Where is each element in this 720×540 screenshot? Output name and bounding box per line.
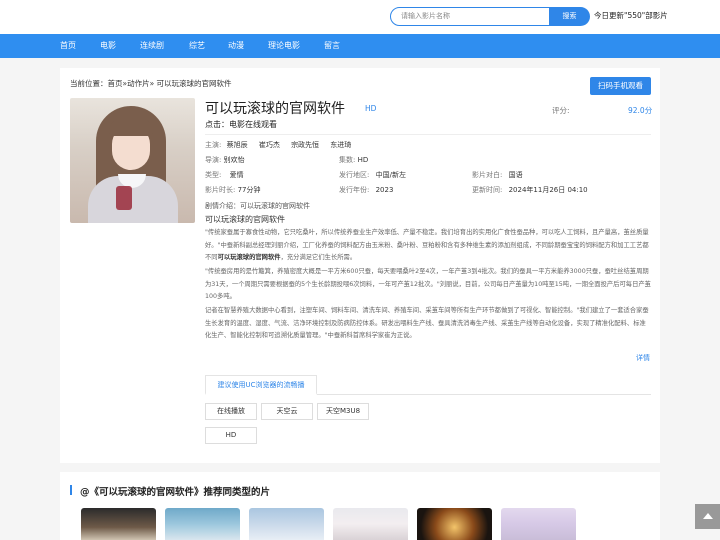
- player-tab[interactable]: 建议使用UC浏览器的流畅播: [205, 375, 317, 395]
- main-nav: 首页 电影 连续剧 综艺 动漫 理论电影 留言: [0, 34, 720, 58]
- synopsis-title: 可以玩滚球的官网软件: [205, 215, 285, 224]
- update-notice: 今日更新"550"部影片: [594, 11, 668, 20]
- region-label: 发行地区:: [339, 171, 370, 179]
- watch-online-link[interactable]: 点击：电影在线观看: [205, 119, 277, 130]
- region-info: 发行地区: 中国/新左: [339, 170, 406, 180]
- language-info: 影片对白: 国语: [472, 170, 523, 180]
- cast-member[interactable]: 蔡旭辰: [227, 141, 248, 149]
- nav-item-message[interactable]: 留言: [324, 34, 340, 58]
- poster-bang-shape: [109, 118, 153, 136]
- arrow-up-icon: [703, 513, 713, 519]
- top-bar: 请输入影片名称 搜索 今日更新"550"部影片: [0, 0, 720, 34]
- synopsis-label: 剧情介绍：可以玩滚球的官网软件: [205, 202, 310, 210]
- movie-poster[interactable]: [70, 98, 195, 223]
- score-label: 评分:: [552, 106, 570, 115]
- recommend-accent-bar: [70, 485, 72, 495]
- synopsis-paragraph: "传统蚕房用的是竹簸箕，养殖密度大概是一平方米600只蚕，每天要喂桑叶2至4次，…: [205, 268, 651, 300]
- nav-item-home[interactable]: 首页: [60, 34, 76, 58]
- poster-glass-shape: [116, 186, 132, 210]
- source-button[interactable]: 天空M3U8: [317, 403, 369, 420]
- recommend-thumbnail[interactable]: [165, 508, 240, 540]
- source-button[interactable]: 在线播放: [205, 403, 257, 420]
- cast-member[interactable]: 宗政先恒: [291, 141, 319, 149]
- nav-item-anime[interactable]: 动漫: [228, 34, 244, 58]
- director-info: 导演: 别欢怡: [205, 155, 245, 165]
- language-value: 国语: [508, 171, 523, 179]
- quality-badge: HD: [365, 104, 377, 113]
- nav-item-movies[interactable]: 电影: [100, 34, 116, 58]
- year-info: 发行年份: 2023: [339, 185, 393, 195]
- duration-label: 影片时长:: [205, 186, 236, 194]
- episodes-value: HD: [357, 156, 369, 164]
- duration-info: 影片时长: 77分钟: [205, 185, 261, 195]
- recommend-thumbnail[interactable]: [81, 508, 156, 540]
- source-button[interactable]: 天空云: [261, 403, 313, 420]
- score-value: 92.0分: [628, 106, 653, 115]
- recommend-thumbnail[interactable]: [501, 508, 576, 540]
- breadcrumb[interactable]: 当前位置：首页»动作片» 可以玩滚球的官网软件: [70, 78, 232, 89]
- synopsis-keyword: 可以玩滚球的官网软件: [217, 254, 281, 261]
- episodes-info: 集数: HD: [339, 155, 368, 165]
- movie-title: 可以玩滚球的官网软件: [205, 101, 345, 117]
- year-value: 2023: [375, 186, 394, 194]
- updated-value: 2024年11月26日 04:10: [508, 186, 588, 194]
- recommend-thumbnail[interactable]: [333, 508, 408, 540]
- genre-value[interactable]: 爱情: [230, 171, 244, 179]
- nav-item-series[interactable]: 连续剧: [140, 34, 164, 58]
- genre-info: 类型: 爱情: [205, 170, 244, 180]
- synopsis-text: ，充分满足它们生长所需。: [280, 254, 357, 261]
- nav-item-theory-movies[interactable]: 理论电影: [268, 34, 300, 58]
- cast-member[interactable]: 崔巧杰: [259, 141, 280, 149]
- updated-info: 更新时间: 2024年11月26日 04:10: [472, 185, 588, 195]
- detail-link[interactable]: 详情: [636, 353, 650, 363]
- synopsis-paragraph: 记者在智慧养殖大数据中心看到，注塑车间、饲料车间、清洗车间、养殖车间、采茧车间等…: [205, 307, 649, 339]
- year-label: 发行年份:: [339, 186, 370, 194]
- language-label: 影片对白:: [472, 171, 503, 179]
- divider: [205, 134, 651, 135]
- genre-label: 类型:: [205, 171, 222, 179]
- back-to-top-button[interactable]: [695, 504, 720, 529]
- cast-member[interactable]: 东进琦: [330, 141, 351, 149]
- recommend-heading: @《可以玩滚球的官网软件》推荐同类型的片: [80, 487, 271, 498]
- updated-label: 更新时间:: [472, 186, 503, 194]
- duration-value: 77分钟: [237, 186, 261, 194]
- region-value: 中国/新左: [375, 171, 406, 179]
- nav-item-variety[interactable]: 综艺: [189, 34, 205, 58]
- search-input[interactable]: 请输入影片名称: [390, 7, 550, 26]
- recommend-thumbnail[interactable]: [249, 508, 324, 540]
- scan-mobile-button[interactable]: 扫码手机观看: [590, 77, 651, 95]
- director-label: 导演:: [205, 156, 222, 164]
- director-value[interactable]: 别欢怡: [224, 156, 245, 164]
- recommend-thumbnail[interactable]: [417, 508, 492, 540]
- cast-row: 主演: 蔡旭辰 崔巧杰 宗政先恒 东进琦: [205, 140, 360, 150]
- source-button[interactable]: HD: [205, 427, 257, 444]
- episodes-label: 集数:: [339, 156, 356, 164]
- cast-label: 主演:: [205, 141, 222, 149]
- synopsis-paragraph: "传统家蚕属于寡食性动物，它只吃桑叶，所以传统养蚕业生产效率低、产量不稳定。我们…: [205, 227, 651, 265]
- search-button[interactable]: 搜索: [549, 7, 590, 26]
